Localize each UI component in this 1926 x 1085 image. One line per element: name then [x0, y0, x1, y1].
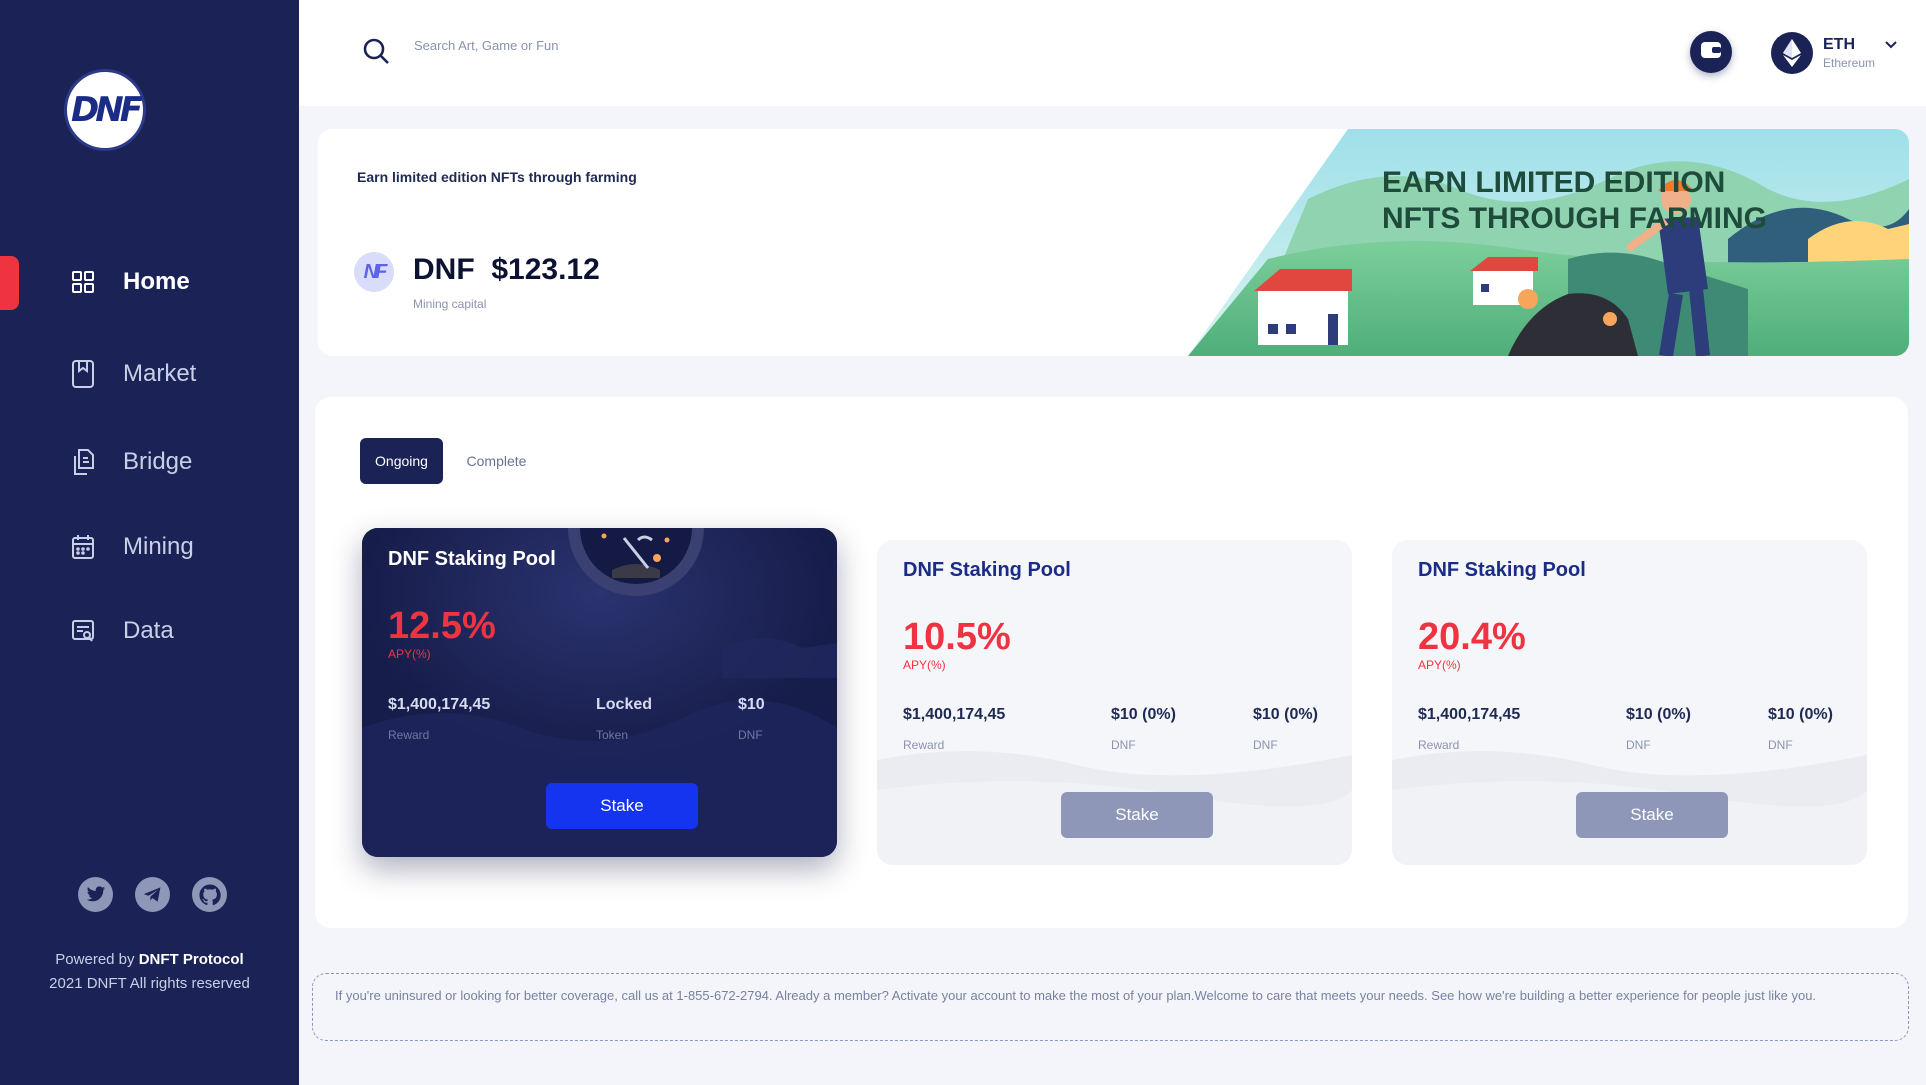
banner-art-title-line1: EARN LIMITED EDITION: [1382, 166, 1726, 199]
telegram-icon[interactable]: [135, 877, 170, 912]
copy-icon: [70, 447, 96, 477]
sidebar-item-mining[interactable]: Mining: [70, 527, 194, 567]
github-icon[interactable]: [192, 877, 227, 912]
farming-illustration: [1188, 129, 1909, 356]
pool-stat-value: $10 (0%): [1111, 706, 1176, 723]
sidebar-item-market[interactable]: Market: [70, 354, 196, 394]
banner-art-title: EARN LIMITED EDITION NFTS THROUGH FARMIN…: [1382, 165, 1767, 237]
pool-stat-value: Locked: [596, 696, 653, 713]
top-header: ETH Ethereum: [299, 0, 1926, 106]
dnf-badge-text: NF: [363, 260, 388, 283]
pool-stat-label: DNF: [1253, 738, 1278, 752]
mining-banner: Earn limited edition NFTs through farmin…: [318, 129, 1909, 356]
pool-apy-label: APY(%): [1418, 658, 1461, 672]
tab-ongoing[interactable]: Ongoing: [360, 438, 443, 484]
pool-title: DNF Staking Pool: [903, 559, 1071, 581]
sidebar-item-label: Home: [123, 268, 190, 295]
sidebar-item-label: Data: [123, 617, 174, 644]
social-links: [78, 877, 227, 912]
pool-title: DNF Staking Pool: [1418, 559, 1586, 581]
pool-stat-label: Reward: [388, 728, 430, 742]
chevron-down-icon: [1885, 36, 1897, 54]
pool-stat-value: $10 (0%): [1253, 706, 1318, 723]
pool-stat-value: $10 (0%): [1768, 706, 1833, 723]
network-selector[interactable]: ETH Ethereum: [1771, 32, 1897, 74]
pool-apy: 20.4%: [1418, 616, 1526, 658]
twitter-icon[interactable]: [78, 877, 113, 912]
currency-symbol: ETH: [1823, 36, 1855, 53]
dnf-logo[interactable]: DNF: [64, 69, 146, 151]
pool-stat-value: $10 (0%): [1626, 706, 1691, 723]
pool-apy: 12.5%: [388, 605, 496, 647]
pool-apy: 10.5%: [903, 616, 1011, 658]
pool-stat-label: DNF: [738, 728, 763, 742]
pool-stat-value: $1,400,174,45: [903, 706, 1006, 723]
powered-brand-link[interactable]: DNFT Protocol: [139, 951, 244, 968]
pool-title: DNF Staking Pool: [388, 548, 556, 570]
bookmark-icon: [70, 359, 96, 389]
pool-apy-label: APY(%): [388, 647, 431, 661]
sidebar-item-data[interactable]: Data: [70, 611, 174, 651]
pool-apy-label: APY(%): [903, 658, 946, 672]
currency-name: Ethereum: [1823, 56, 1876, 70]
search-icon[interactable]: [362, 37, 390, 70]
sidebar-item-label: Mining: [123, 533, 194, 560]
mining-capital-value: DNF $123.12: [413, 253, 600, 286]
copyright: 2021 DNFT All rights reserved: [49, 975, 250, 992]
sidebar-item-bridge[interactable]: Bridge: [70, 442, 192, 482]
powered-by: Powered by DNFT Protocol: [0, 951, 299, 968]
pool-stat-label: Reward: [903, 738, 945, 752]
pool-card[interactable]: DNF Staking Pool 12.5% APY(%) $1,400,174…: [362, 528, 837, 857]
stake-button[interactable]: Stake: [1576, 792, 1728, 838]
pool-stat-label: DNF: [1111, 738, 1136, 752]
sidebar: DNF Home Market Bridge Mining Data Power…: [0, 0, 299, 1085]
stake-button[interactable]: Stake: [546, 783, 698, 829]
wallet-button[interactable]: [1690, 31, 1732, 73]
sidebar-item-label: Bridge: [123, 448, 193, 475]
pool-stat-label: Reward: [1418, 738, 1460, 752]
pool-stat-value: $10: [738, 696, 765, 713]
barn-left: [1254, 269, 1352, 345]
pool-stat-value: $1,400,174,45: [1418, 706, 1521, 723]
mining-capital-label: Mining capital: [413, 297, 487, 311]
pool-card[interactable]: DNF Staking Pool 10.5% APY(%) $1,400,174…: [877, 540, 1352, 865]
wallet-icon: [1700, 41, 1722, 64]
banner-art-title-line2: NFTS THROUGH FARMING: [1382, 202, 1767, 235]
sidebar-item-label: Market: [123, 360, 197, 387]
powered-prefix: Powered by: [55, 951, 139, 968]
tab-complete[interactable]: Complete: [455, 438, 538, 484]
pool-card[interactable]: DNF Staking Pool 20.4% APY(%) $1,400,174…: [1392, 540, 1867, 865]
logo-text: DNF: [71, 90, 143, 130]
report-icon: [70, 616, 96, 646]
search-input[interactable]: [414, 38, 814, 53]
staking-pools-panel: Ongoing Complete DNF Staking Pool 12.5% …: [315, 397, 1908, 928]
calendar-icon: [70, 532, 96, 562]
coverage-disclaimer: If you're uninsured or looking for bette…: [312, 973, 1909, 1041]
pool-stat-label: Token: [596, 728, 629, 742]
pool-stat-label: DNF: [1626, 738, 1651, 752]
pool-stat-value: $1,400,174,45: [388, 696, 491, 713]
ethereum-icon: [1771, 32, 1813, 74]
active-nav-indicator: [0, 256, 19, 310]
pool-stat-label: DNF: [1768, 738, 1793, 752]
banner-subtitle: Earn limited edition NFTs through farmin…: [357, 169, 637, 185]
dnf-token-icon: NF: [354, 252, 394, 292]
stake-button[interactable]: Stake: [1061, 792, 1213, 838]
sidebar-item-home[interactable]: Home: [70, 262, 190, 302]
grid-icon: [70, 267, 96, 297]
